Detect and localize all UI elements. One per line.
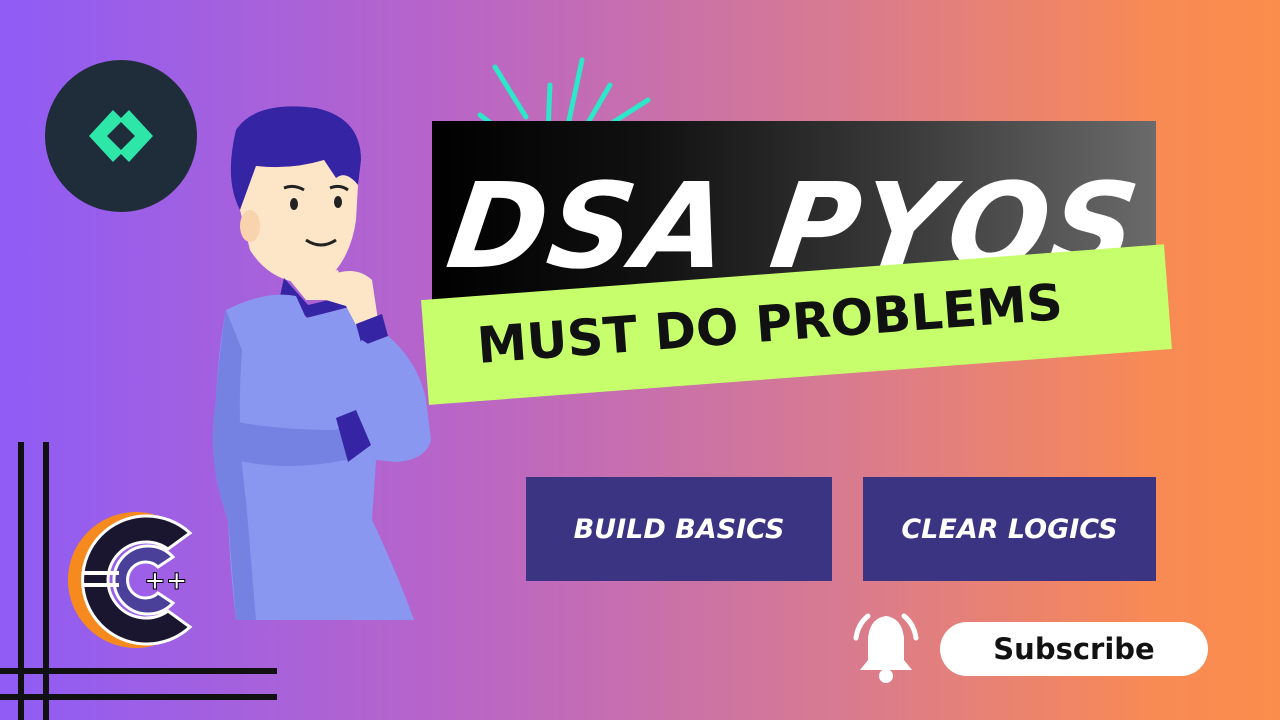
decor-line-vertical-1: [18, 442, 24, 720]
subscribe-button[interactable]: Subscribe: [940, 622, 1208, 676]
cpp-plus-text: ++: [144, 566, 188, 596]
feature-build-basics: BUILD BASICS: [526, 477, 832, 581]
bell-icon[interactable]: [846, 608, 926, 688]
decor-line-vertical-2: [43, 442, 49, 720]
code-brackets-icon: [89, 110, 153, 162]
code-logo: [45, 60, 197, 212]
decor-line-horizontal-1: [0, 668, 277, 674]
decor-line-horizontal-2: [0, 694, 277, 700]
thinking-person-illustration: [212, 106, 431, 620]
cpp-logo: ++: [67, 512, 193, 648]
feature-clear-logics: CLEAR LOGICS: [863, 477, 1156, 581]
